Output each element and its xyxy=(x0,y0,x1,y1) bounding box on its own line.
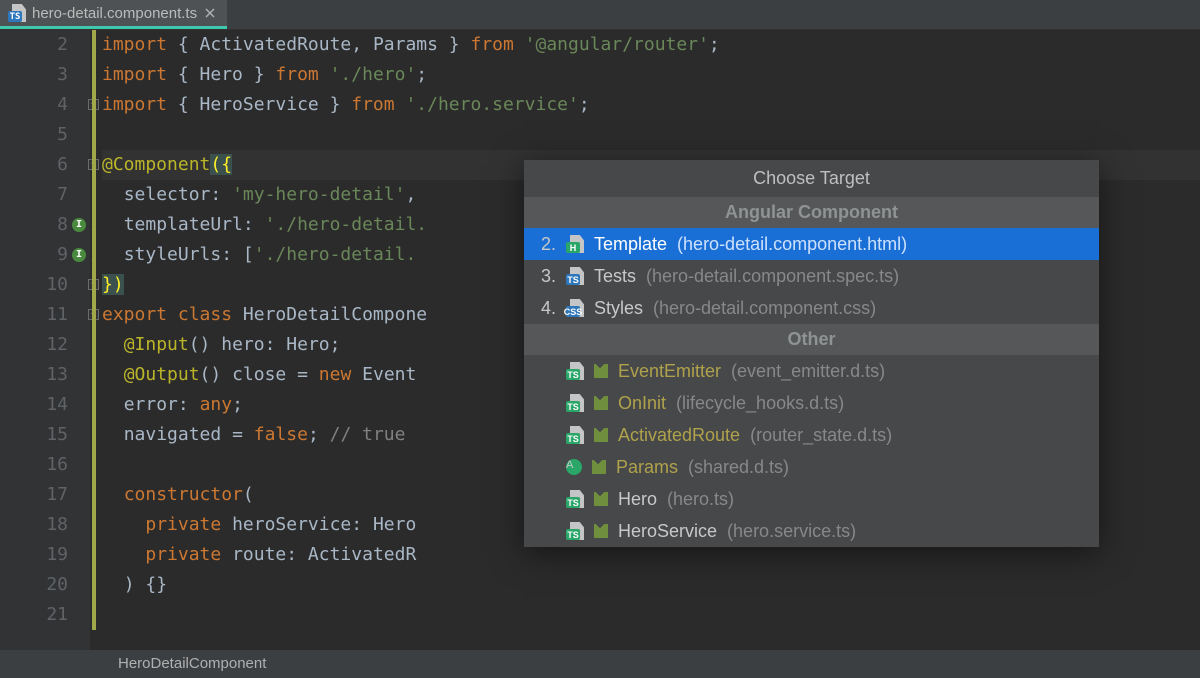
popup-item-label: HeroService xyxy=(618,521,717,542)
line-number: 9I↑ xyxy=(0,240,68,270)
line-number: 13 xyxy=(0,360,68,390)
line-number: 2 xyxy=(0,30,68,60)
popup-item-eventemitter[interactable]: TS EventEmitter (event_emitter.d.ts) xyxy=(524,355,1099,387)
line-number: 12 xyxy=(0,330,68,360)
line-number: 19 xyxy=(0,540,68,570)
code-line: import { ActivatedRoute, Params } from '… xyxy=(102,30,1200,60)
tab-filename: hero-detail.component.ts xyxy=(32,5,197,22)
line-number: 21 xyxy=(0,600,68,630)
popup-category: Other xyxy=(524,324,1099,355)
ts-file-icon: TS xyxy=(566,426,584,444)
related-icon xyxy=(594,364,608,378)
ts-file-icon: TS xyxy=(566,362,584,380)
popup-item-label: EventEmitter xyxy=(618,361,721,382)
line-number: 7 xyxy=(0,180,68,210)
related-icon xyxy=(592,460,606,474)
popup-item-label: ActivatedRoute xyxy=(618,425,740,446)
code-line: ) {} xyxy=(102,570,1200,600)
popup-item-sub: (router_state.d.ts) xyxy=(750,425,892,446)
breadcrumb[interactable]: HeroDetailComponent xyxy=(0,650,1200,678)
related-icon xyxy=(594,492,608,506)
popup-item-label: Params xyxy=(616,457,678,478)
line-number: 5 xyxy=(0,120,68,150)
related-icon xyxy=(594,396,608,410)
gutter-marker-icon[interactable]: I xyxy=(72,248,86,262)
popup-item-sub: (event_emitter.d.ts) xyxy=(731,361,885,382)
popup-item-number: 2. xyxy=(536,234,556,255)
line-number: 11 xyxy=(0,300,68,330)
code-line xyxy=(102,600,1200,630)
popup-item-template[interactable]: 2. H Template (hero-detail.component.htm… xyxy=(524,228,1099,260)
line-number: 17 xyxy=(0,480,68,510)
line-number: 16 xyxy=(0,450,68,480)
ts-file-icon: TS xyxy=(566,394,584,412)
code-line: import { Hero } from './hero'; xyxy=(102,60,1200,90)
related-icon xyxy=(594,428,608,442)
code-line xyxy=(102,120,1200,150)
popup-item-label: Styles xyxy=(594,298,643,319)
angular-icon: A xyxy=(566,459,582,475)
popup-title: Choose Target xyxy=(524,160,1099,197)
line-number: 14 xyxy=(0,390,68,420)
popup-item-params[interactable]: A Params (shared.d.ts) xyxy=(524,451,1099,483)
html-file-icon: H xyxy=(566,235,584,253)
popup-item-sub: (hero-detail.component.spec.ts) xyxy=(646,266,899,287)
line-number-gutter: 2 3 4 5 6 7 8I↑ 9I↑ 10 11 12 13 14 15 16… xyxy=(0,30,90,650)
popup-item-sub: (hero.ts) xyxy=(667,489,734,510)
css-file-icon: CSS xyxy=(566,299,584,317)
line-number: 10 xyxy=(0,270,68,300)
ts-file-icon: TS xyxy=(8,4,26,22)
gutter-marker-icon[interactable]: I xyxy=(72,218,86,232)
popup-item-label: Template xyxy=(594,234,667,255)
popup-item-sub: (lifecycle_hooks.d.ts) xyxy=(676,393,844,414)
popup-item-hero[interactable]: TS Hero (hero.ts) xyxy=(524,483,1099,515)
popup-item-sub: (shared.d.ts) xyxy=(688,457,789,478)
popup-item-oninit[interactable]: TS OnInit (lifecycle_hooks.d.ts) xyxy=(524,387,1099,419)
popup-item-label: Hero xyxy=(618,489,657,510)
ts-file-icon: TS xyxy=(566,490,584,508)
choose-target-popup: Choose Target Angular Component 2. H Tem… xyxy=(524,160,1099,547)
popup-item-heroservice[interactable]: TS HeroService (hero.service.ts) xyxy=(524,515,1099,547)
popup-item-number: 3. xyxy=(536,266,556,287)
line-number: 20 xyxy=(0,570,68,600)
popup-item-number: 4. xyxy=(536,298,556,319)
tab-bar: TS hero-detail.component.ts xyxy=(0,0,1200,30)
line-number: 4 xyxy=(0,90,68,120)
ts-file-icon: TS xyxy=(566,267,584,285)
code-line: import { HeroService } from './hero.serv… xyxy=(102,90,1200,120)
popup-category: Angular Component xyxy=(524,197,1099,228)
close-icon[interactable] xyxy=(203,6,217,20)
file-tab[interactable]: TS hero-detail.component.ts xyxy=(0,0,227,29)
ts-file-icon: TS xyxy=(566,522,584,540)
line-number: 18 xyxy=(0,510,68,540)
line-number: 6 xyxy=(0,150,68,180)
breadcrumb-item[interactable]: HeroDetailComponent xyxy=(118,655,266,672)
popup-item-sub: (hero-detail.component.html) xyxy=(677,234,907,255)
popup-item-label: OnInit xyxy=(618,393,666,414)
line-number: 3 xyxy=(0,60,68,90)
popup-item-label: Tests xyxy=(594,266,636,287)
line-number: 8I↑ xyxy=(0,210,68,240)
popup-item-sub: (hero.service.ts) xyxy=(727,521,856,542)
popup-item-styles[interactable]: 4. CSS Styles (hero-detail.component.css… xyxy=(524,292,1099,324)
popup-item-activatedroute[interactable]: TS ActivatedRoute (router_state.d.ts) xyxy=(524,419,1099,451)
line-number: 15 xyxy=(0,420,68,450)
popup-item-sub: (hero-detail.component.css) xyxy=(653,298,876,319)
popup-item-tests[interactable]: 3. TS Tests (hero-detail.component.spec.… xyxy=(524,260,1099,292)
related-icon xyxy=(594,524,608,538)
